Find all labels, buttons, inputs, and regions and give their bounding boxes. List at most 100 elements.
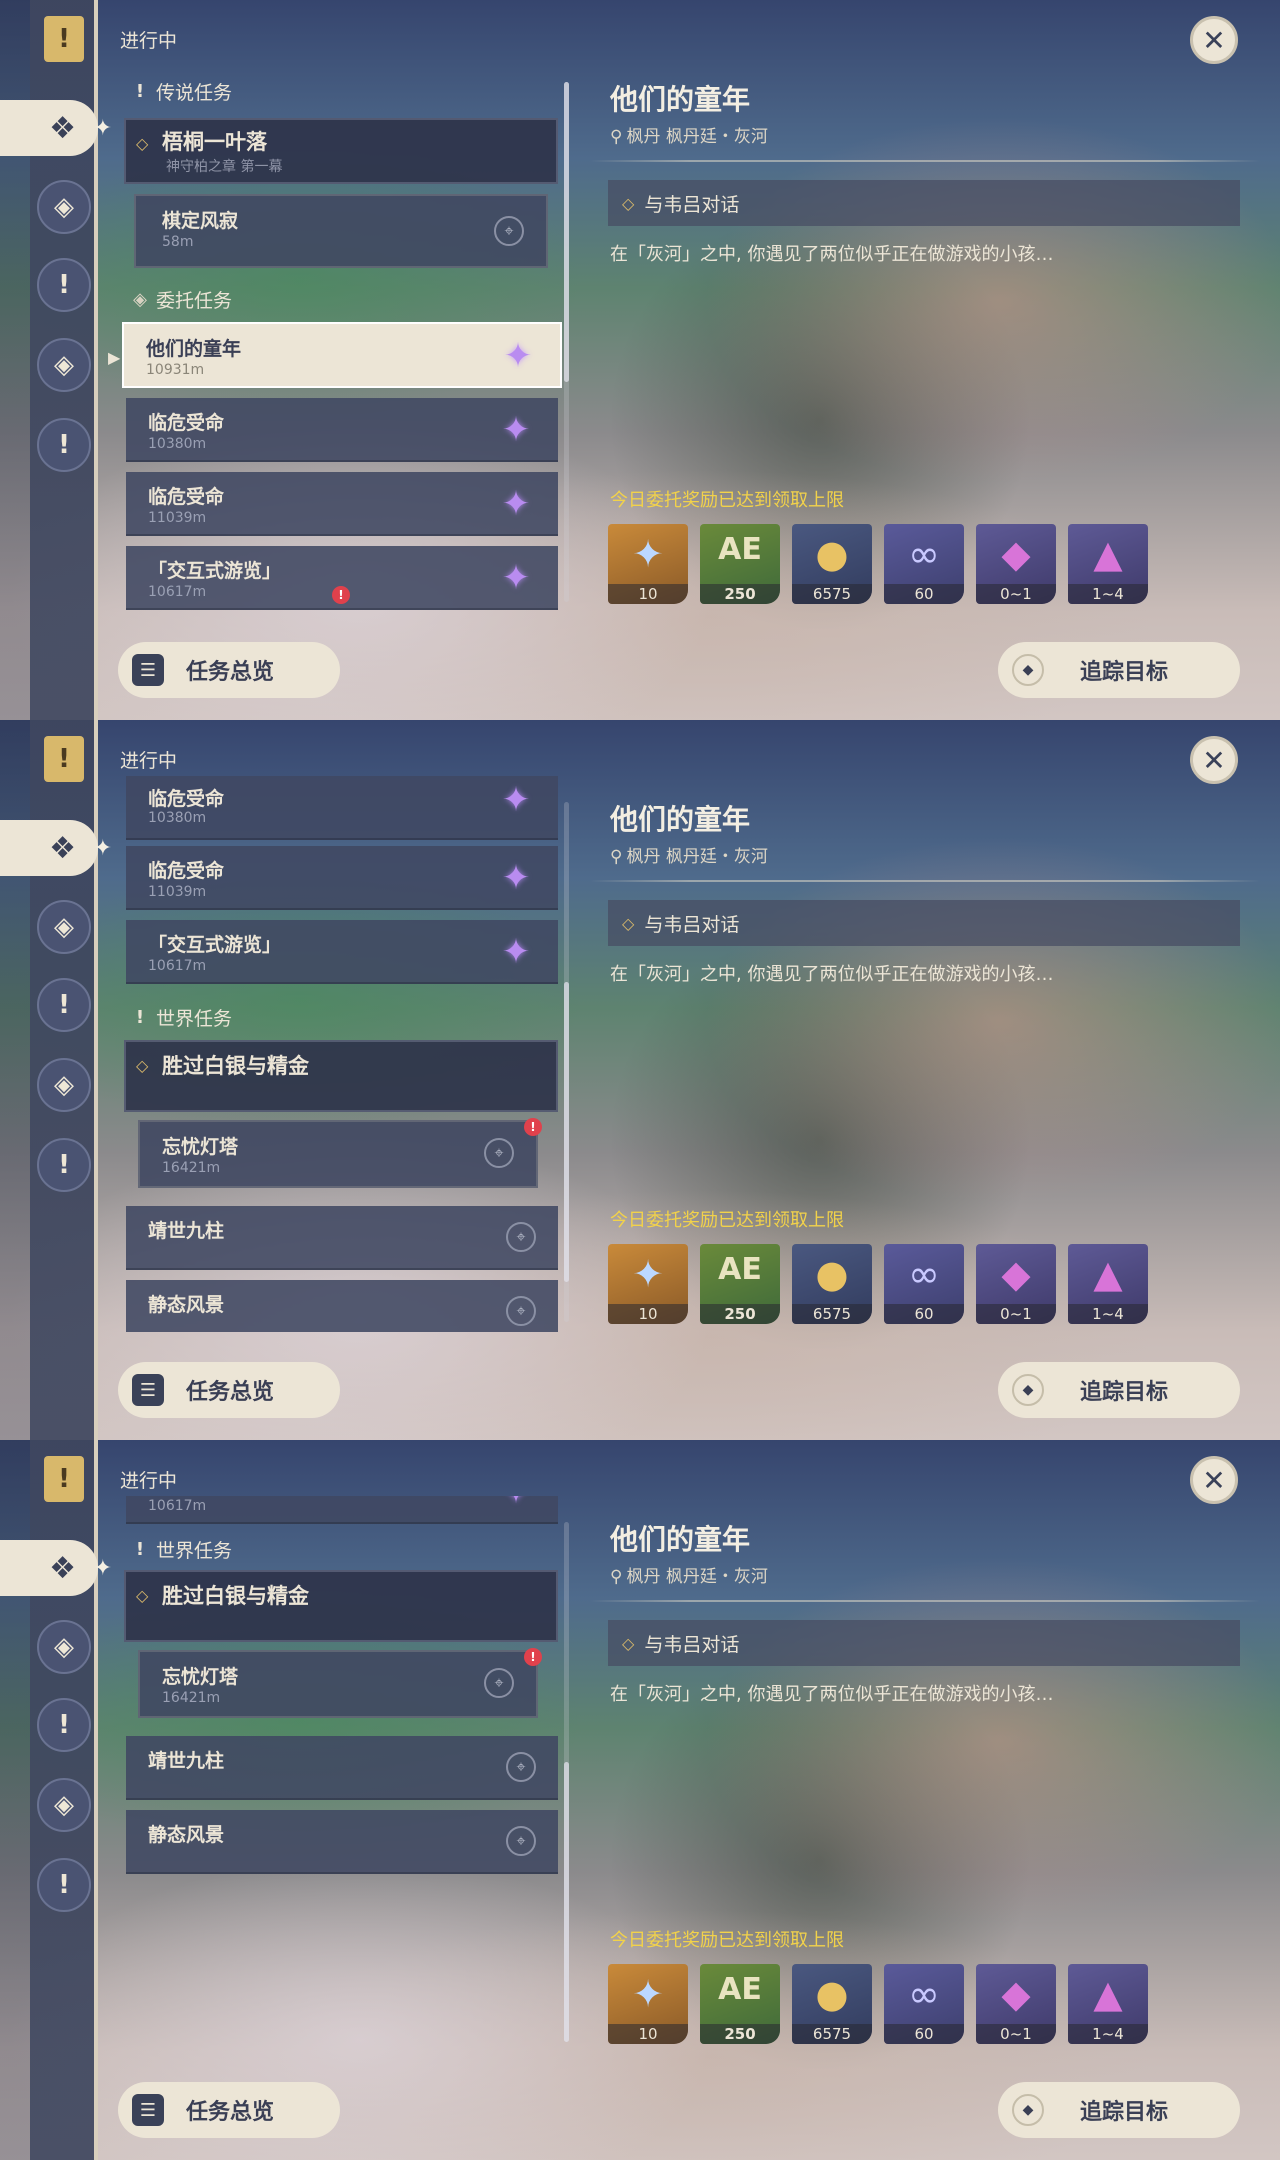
close-icon[interactable]: ✕ <box>1190 736 1238 784</box>
quest-objective: ◇ 与韦吕对话 <box>608 1620 1240 1666</box>
quest-row-lighthouse[interactable]: 忘忧灯塔 16421m ⌖ ! <box>138 1118 542 1188</box>
crystal-cluster-icon[interactable]: ▲ 1~4 <box>1068 1244 1148 1324</box>
crystal-chunk-icon[interactable]: ◆ 0~1 <box>976 524 1056 604</box>
legend-quest-icon[interactable]: ◈ <box>37 1620 91 1674</box>
quest-overview-button[interactable]: ☰ 任务总览 <box>118 642 340 698</box>
screenshot-panel-1: ! ❖ ◈ ! ◈ ! 进行中 ✕ ! 传说任务 ◇ 梧桐一叶落 神守柏之章 第… <box>0 0 1280 720</box>
quest-list[interactable]: 10617m ✦ ! 世界任务 ◇ 胜过白银与精金 忘忧灯塔 16421m ⌖ … <box>122 1496 562 2052</box>
quest-row-peril-2[interactable]: 临危受命 11039m ✦ <box>126 472 558 536</box>
world-quest-icon[interactable]: ! <box>37 1698 91 1752</box>
status-label: 进行中 <box>120 750 178 772</box>
legend-quest-icon[interactable]: ◈ <box>37 180 91 234</box>
objective-text: 与韦吕对话 <box>644 1633 740 1656</box>
quest-list-scrollbar[interactable] <box>564 1522 569 2042</box>
quest-type-icon[interactable]: ❖ <box>0 100 112 156</box>
map-pin-icon[interactable]: ⌖ <box>506 1222 536 1252</box>
quest-list[interactable]: ! 传说任务 ◇ 梧桐一叶落 神守柏之章 第一幕 棋定风寂 58m ⌖ ◈ 委托… <box>122 70 562 610</box>
primogem-icon[interactable]: ✦ 10 <box>608 1964 688 2044</box>
quest-overview-button[interactable]: ☰ 任务总览 <box>118 2082 340 2138</box>
quest-list[interactable]: 临危受命 10380m ✦ 临危受命 11039m ✦ 「交互式游览」 1061… <box>122 776 562 1332</box>
map-pin-icon[interactable]: ⌖ <box>484 1138 514 1168</box>
scroll-thumb[interactable] <box>564 82 569 382</box>
commission-quest-icon[interactable]: ◈ <box>37 1058 91 1112</box>
quest-row-tour[interactable]: 「交互式游览」 10617m ✦ <box>126 920 558 984</box>
quest-row-peril-1[interactable]: 临危受命 10380m ✦ <box>126 776 558 840</box>
track-target-button[interactable]: ◆ 追踪目标 <box>998 1362 1240 1418</box>
quest-row-silver[interactable]: ◇ 胜过白银与精金 <box>124 1570 558 1642</box>
quest-list-scrollbar[interactable] <box>564 82 569 602</box>
quest-row-lighthouse[interactable]: 忘忧灯塔 16421m ⌖ ! <box>138 1648 542 1718</box>
map-pin-icon[interactable]: ⌖ <box>484 1668 514 1698</box>
quest-row-silver[interactable]: ◇ 胜过白银与精金 <box>124 1040 558 1112</box>
commission-star-icon: ✦ <box>501 484 531 524</box>
friendship-exp-icon[interactable]: ∞ 60 <box>884 1244 964 1324</box>
crystal-chunk-icon[interactable]: ◆ 0~1 <box>976 1964 1056 2044</box>
track-target-button[interactable]: ◆ 追踪目标 <box>998 2082 1240 2138</box>
close-icon[interactable]: ✕ <box>1190 1456 1238 1504</box>
friendship-exp-icon[interactable]: ∞ 60 <box>884 524 964 604</box>
mora-icon[interactable]: ● 6575 <box>792 524 872 604</box>
map-pin-icon[interactable]: ⌖ <box>494 216 524 246</box>
quest-type-icon[interactable]: ❖ <box>0 1540 112 1596</box>
map-pin-icon[interactable]: ⌖ <box>506 1752 536 1782</box>
reward-count: 0~1 <box>976 2024 1056 2044</box>
reward-count: 1~4 <box>1068 2024 1148 2044</box>
quest-row-scenery[interactable]: 静态风景 ⌖ <box>126 1280 558 1332</box>
close-icon[interactable]: ✕ <box>1190 16 1238 64</box>
quest-distance: 16421m <box>162 1160 221 1176</box>
section-label: 传说任务 <box>156 81 233 104</box>
exclamation-icon[interactable]: ! <box>37 418 91 472</box>
reward-count: 10 <box>608 2024 688 2044</box>
mora-icon[interactable]: ● 6575 <box>792 1964 872 2044</box>
friendship-exp-icon[interactable]: ∞ 60 <box>884 1964 964 2044</box>
world-quest-icon[interactable]: ! <box>37 258 91 312</box>
quest-row-scenery[interactable]: 静态风景 ⌖ <box>126 1810 558 1874</box>
mora-icon[interactable]: ● 6575 <box>792 1244 872 1324</box>
location-pin-icon: ⚲ <box>610 847 623 867</box>
quest-overview-button[interactable]: ☰ 任务总览 <box>118 1362 340 1418</box>
reward-count: 6575 <box>792 584 872 604</box>
commission-quest-icon[interactable]: ◈ <box>37 338 91 392</box>
divider <box>590 160 1260 162</box>
quest-row-jingshi[interactable]: 靖世九柱 ⌖ <box>126 1736 558 1800</box>
quest-row-wutong[interactable]: ◇ 梧桐一叶落 神守柏之章 第一幕 <box>124 118 558 184</box>
quest-row-peril-2[interactable]: 临危受命 11039m ✦ <box>126 846 558 910</box>
crystal-chunk-icon[interactable]: ◆ 0~1 <box>976 1244 1056 1324</box>
crystal-cluster-icon[interactable]: ▲ 1~4 <box>1068 524 1148 604</box>
exclamation-icon[interactable]: ! <box>37 1138 91 1192</box>
quest-title: 靖世九柱 <box>148 1750 225 1772</box>
primogem-icon[interactable]: ✦ 10 <box>608 1244 688 1324</box>
adventure-exp-icon[interactable]: AE 250 <box>700 524 780 604</box>
reward-count: 10 <box>608 584 688 604</box>
location-pin-icon: ⚲ <box>610 127 623 147</box>
screenshot-panel-2: ! ❖ ◈ ! ◈ ! 进行中 ✕ 临危受命 10380m ✦ 临危受命 110… <box>0 720 1280 1440</box>
quest-row-tour[interactable]: 10617m ✦ <box>126 1496 558 1524</box>
legend-quest-icon[interactable]: ◈ <box>37 900 91 954</box>
primogem-icon[interactable]: ✦ 10 <box>608 524 688 604</box>
crystal-cluster-icon[interactable]: ▲ 1~4 <box>1068 1964 1148 2044</box>
quest-type-icon[interactable]: ❖ <box>0 820 112 876</box>
scroll-thumb[interactable] <box>564 982 569 1282</box>
quest-row-childhood[interactable]: 他们的童年 10931m ✦ <box>122 322 562 388</box>
quest-row-qiding[interactable]: 棋定风寂 58m ⌖ <box>134 194 548 268</box>
bookmark-icon[interactable]: ! <box>44 16 84 62</box>
scroll-thumb[interactable] <box>564 1762 569 2042</box>
quest-title: 临危受命 <box>148 412 225 434</box>
quest-list-scrollbar[interactable] <box>564 802 569 1322</box>
exclamation-icon[interactable]: ! <box>37 1858 91 1912</box>
quest-title: 「交互式游览」 <box>148 560 282 582</box>
commission-quest-icon[interactable]: ◈ <box>37 1778 91 1832</box>
bookmark-icon[interactable]: ! <box>44 736 84 782</box>
map-pin-icon[interactable]: ⌖ <box>506 1826 536 1856</box>
reward-limit-note: 今日委托奖励已达到领取上限 <box>610 1930 844 1951</box>
quest-row-peril-1[interactable]: 临危受命 10380m ✦ <box>126 398 558 462</box>
bookmark-icon[interactable]: ! <box>44 1456 84 1502</box>
adventure-exp-icon[interactable]: AE 250 <box>700 1244 780 1324</box>
world-quest-icon[interactable]: ! <box>37 978 91 1032</box>
track-target-button[interactable]: ◆ 追踪目标 <box>998 642 1240 698</box>
map-pin-icon[interactable]: ⌖ <box>506 1296 536 1326</box>
adventure-exp-icon[interactable]: AE 250 <box>700 1964 780 2044</box>
quest-row-tour[interactable]: 「交互式游览」 10617m ✦ ! <box>126 546 558 610</box>
reward-count: 10 <box>608 1304 688 1324</box>
quest-row-jingshi[interactable]: 靖世九柱 ⌖ <box>126 1206 558 1270</box>
